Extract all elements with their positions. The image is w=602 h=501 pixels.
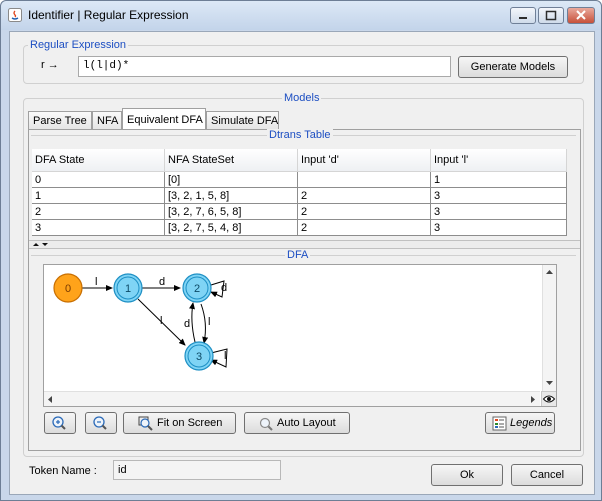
tab-equivalent-dfa[interactable]: Equivalent DFA — [122, 108, 206, 131]
regex-input[interactable]: l(l|d)* — [78, 56, 451, 77]
fit-on-screen-button[interactable]: Fit on Screen — [123, 412, 236, 434]
table-cell: [0] — [164, 171, 298, 188]
dfa-section: DFA l d l d l d l 0 1 2 3 Fit on Screen … — [31, 249, 576, 447]
regex-prefix-label: r → — [41, 59, 59, 71]
models-group: Models Parse Tree NFA Equivalent DFA Sim… — [23, 92, 584, 457]
overview-toggle-button[interactable] — [541, 391, 556, 406]
zoom-out-button[interactable] — [85, 412, 117, 434]
edge-label-0-1: l — [95, 276, 97, 288]
table-cell: 3 — [430, 203, 567, 220]
table-cell — [297, 171, 431, 188]
dfa-horizontal-scrollbar[interactable] — [44, 391, 540, 406]
maximize-icon — [545, 10, 557, 21]
regex-legend: Regular Expression — [28, 39, 128, 51]
dfa-state-2[interactable]: 2 — [182, 273, 212, 303]
table-cell: 1 — [32, 187, 165, 204]
title-bar[interactable]: Identifier | Regular Expression — [1, 1, 601, 30]
close-icon — [576, 10, 586, 20]
edge-2-3 — [200, 303, 209, 344]
maximize-button[interactable] — [538, 7, 564, 24]
table-cell: [3, 2, 1, 5, 8] — [164, 187, 298, 204]
state-1-label: 1 — [125, 283, 131, 295]
dialog-content: Regular Expression r → l(l|d)* Generate … — [9, 31, 595, 495]
token-name-label: Token Name : — [29, 465, 97, 477]
dtrans-header-row: DFA State NFA StateSet Input 'd' Input '… — [32, 149, 567, 172]
zoom-in-button[interactable] — [44, 412, 76, 434]
table-row[interactable]: 0 [0] 1 — [32, 171, 567, 188]
scroll-up-icon[interactable] — [545, 269, 554, 275]
table-cell: 2 — [297, 187, 431, 204]
split-arrows-icon[interactable] — [31, 241, 51, 248]
edge-label-1-2: d — [159, 276, 165, 288]
column-header-nfa-stateset[interactable]: NFA StateSet — [164, 149, 298, 172]
state-2-label: 2 — [194, 283, 200, 295]
window-title: Identifier | Regular Expression — [28, 8, 189, 22]
dfa-state-0[interactable]: 0 — [53, 273, 83, 303]
dfa-state-3[interactable]: 3 — [184, 341, 214, 371]
table-cell: 3 — [430, 187, 567, 204]
tab-nfa[interactable]: NFA — [92, 111, 122, 130]
table-cell: 2 — [297, 203, 431, 220]
auto-layout-button[interactable]: Auto Layout — [244, 412, 350, 434]
dfa-canvas[interactable]: l d l d l d l 0 1 2 3 — [43, 264, 557, 407]
auto-layout-label: Auto Layout — [277, 417, 336, 429]
table-cell: [3, 2, 7, 5, 4, 8] — [164, 219, 298, 236]
table-cell: 1 — [430, 171, 567, 188]
auto-layout-icon — [259, 417, 273, 431]
column-header-input-l[interactable]: Input 'l' — [430, 149, 567, 172]
state-0-label: 0 — [65, 283, 71, 295]
regex-group: Regular Expression r → l(l|d)* Generate … — [23, 39, 584, 84]
generate-models-button[interactable]: Generate Models — [458, 56, 568, 78]
tab-parse-tree[interactable]: Parse Tree — [28, 111, 92, 130]
legends-icon — [492, 416, 507, 431]
cancel-button[interactable]: Cancel — [511, 464, 583, 486]
models-legend: Models — [282, 92, 322, 104]
close-window-button[interactable] — [567, 7, 595, 24]
edge-3-2 — [189, 302, 196, 343]
minimize-icon — [519, 17, 527, 19]
edge-label-1-3: l — [160, 315, 162, 327]
dtrans-table: DFA State NFA StateSet Input 'd' Input '… — [32, 149, 567, 236]
column-header-dfa-state[interactable]: DFA State — [32, 149, 165, 172]
scroll-down-icon[interactable] — [545, 380, 554, 386]
dfa-state-1[interactable]: 1 — [113, 273, 143, 303]
minimize-button[interactable] — [510, 7, 536, 24]
table-cell: 0 — [32, 171, 165, 188]
zoom-out-icon — [93, 416, 107, 430]
eye-icon — [542, 395, 556, 403]
table-row[interactable]: 3 [3, 2, 7, 5, 4, 8] 2 3 — [32, 219, 567, 236]
state-3-label: 3 — [196, 351, 202, 363]
java-icon — [8, 8, 22, 22]
scroll-right-icon[interactable] — [530, 395, 536, 404]
legends-label: Legends — [510, 417, 553, 429]
zoom-in-icon — [52, 416, 66, 430]
dialog-window: Identifier | Regular Expression Regular … — [0, 0, 602, 501]
split-pane-divider[interactable] — [29, 240, 580, 249]
fit-on-screen-label: Fit on Screen — [157, 417, 223, 429]
fit-screen-icon — [138, 416, 153, 431]
table-cell: 3 — [430, 219, 567, 236]
dtrans-legend: Dtrans Table — [267, 129, 333, 141]
tab-simulate-dfa[interactable]: Simulate DFA — [206, 111, 279, 130]
edge-label-2-3: l — [208, 316, 210, 328]
legends-button[interactable]: Legends — [485, 412, 555, 434]
dtrans-section: Dtrans Table DFA State NFA StateSet Inpu… — [31, 129, 576, 248]
table-cell: 2 — [32, 203, 165, 220]
table-cell: [3, 2, 7, 6, 5, 8] — [164, 203, 298, 220]
edge-label-2-2: d — [221, 282, 227, 294]
tab-panel: Dtrans Table DFA State NFA StateSet Inpu… — [28, 129, 581, 451]
ok-button[interactable]: Ok — [431, 464, 503, 486]
token-name-input[interactable]: id — [113, 460, 281, 480]
dfa-vertical-scrollbar[interactable] — [542, 265, 556, 391]
dfa-graph[interactable]: l d l d l d l 0 1 2 3 — [44, 265, 542, 391]
column-header-input-d[interactable]: Input 'd' — [297, 149, 431, 172]
table-row[interactable]: 1 [3, 2, 1, 5, 8] 2 3 — [32, 187, 567, 204]
table-cell: 3 — [32, 219, 165, 236]
table-row[interactable]: 2 [3, 2, 7, 6, 5, 8] 2 3 — [32, 203, 567, 220]
edge-label-3-2: d — [184, 318, 190, 330]
dfa-legend: DFA — [285, 249, 311, 261]
scroll-left-icon[interactable] — [47, 395, 53, 404]
edge-label-3-3: l — [224, 350, 226, 362]
table-cell: 2 — [297, 219, 431, 236]
